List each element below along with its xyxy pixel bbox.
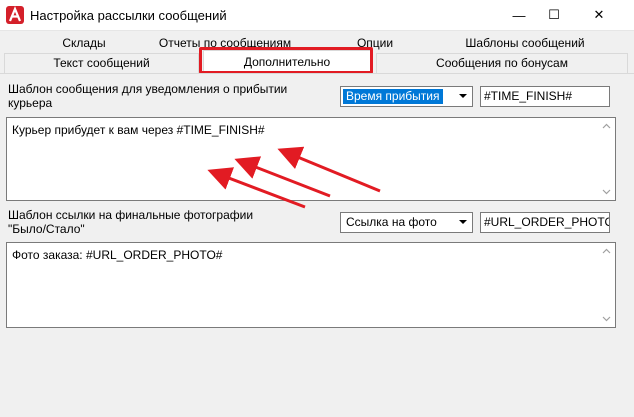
tab-message-text[interactable]: Текст сообщений	[4, 53, 199, 73]
arrival-template-text: Курьер прибудет к вам через #TIME_FINISH…	[12, 123, 265, 137]
arrival-macro-select-value: Время прибытия	[343, 89, 443, 104]
arrival-template-label: Шаблон сообщения для уведомления о прибы…	[8, 82, 288, 110]
photo-template-label-line2: "Было/Стало"	[8, 222, 85, 236]
additional-panel: Шаблон сообщения для уведомления о прибы…	[0, 73, 634, 417]
window-title: Настройка рассылки сообщений	[30, 8, 227, 23]
tab-message-templates[interactable]: Шаблоны сообщений	[450, 34, 600, 53]
photo-macro-select[interactable]: Ссылка на фото	[340, 212, 473, 233]
photo-macro-select-value: Ссылка на фото	[346, 215, 437, 229]
title-bar: Настройка рассылки сообщений — ☐ ✕	[0, 0, 634, 31]
tab-warehouses[interactable]: Склады	[34, 34, 134, 53]
arrival-macro-select[interactable]: Время прибытия	[340, 86, 473, 107]
photo-template-textarea[interactable]: Фото заказа: #URL_ORDER_PHOTO#	[6, 242, 616, 328]
scroll-up-icon[interactable]	[602, 122, 611, 131]
photo-macro-field[interactable]: #URL_ORDER_PHOTO#	[480, 212, 610, 233]
photo-template-label-line1: Шаблон ссылки на финальные фотографии	[8, 208, 254, 222]
app-logo-icon	[6, 6, 24, 24]
chevron-down-icon	[459, 94, 467, 98]
tab-additional[interactable]: Дополнительно	[203, 50, 371, 74]
tab-strip: Склады Отчеты по сообщениям Опции Шаблон…	[0, 31, 634, 74]
photo-template-text: Фото заказа: #URL_ORDER_PHOTO#	[12, 248, 223, 262]
scroll-down-icon[interactable]	[602, 187, 611, 196]
arrival-vertical-scrollbar[interactable]	[598, 118, 615, 200]
tab-bonus-messages[interactable]: Сообщения по бонусам	[376, 53, 628, 73]
maximize-button[interactable]: ☐	[531, 0, 577, 30]
chevron-down-icon	[459, 220, 467, 224]
scroll-up-icon[interactable]	[602, 247, 611, 256]
arrival-macro-field[interactable]: #TIME_FINISH#	[480, 86, 610, 107]
arrival-template-textarea[interactable]: Курьер прибудет к вам через #TIME_FINISH…	[6, 117, 616, 201]
close-button[interactable]: ✕	[576, 0, 622, 30]
photo-vertical-scrollbar[interactable]	[598, 243, 615, 327]
scroll-down-icon[interactable]	[602, 314, 611, 323]
